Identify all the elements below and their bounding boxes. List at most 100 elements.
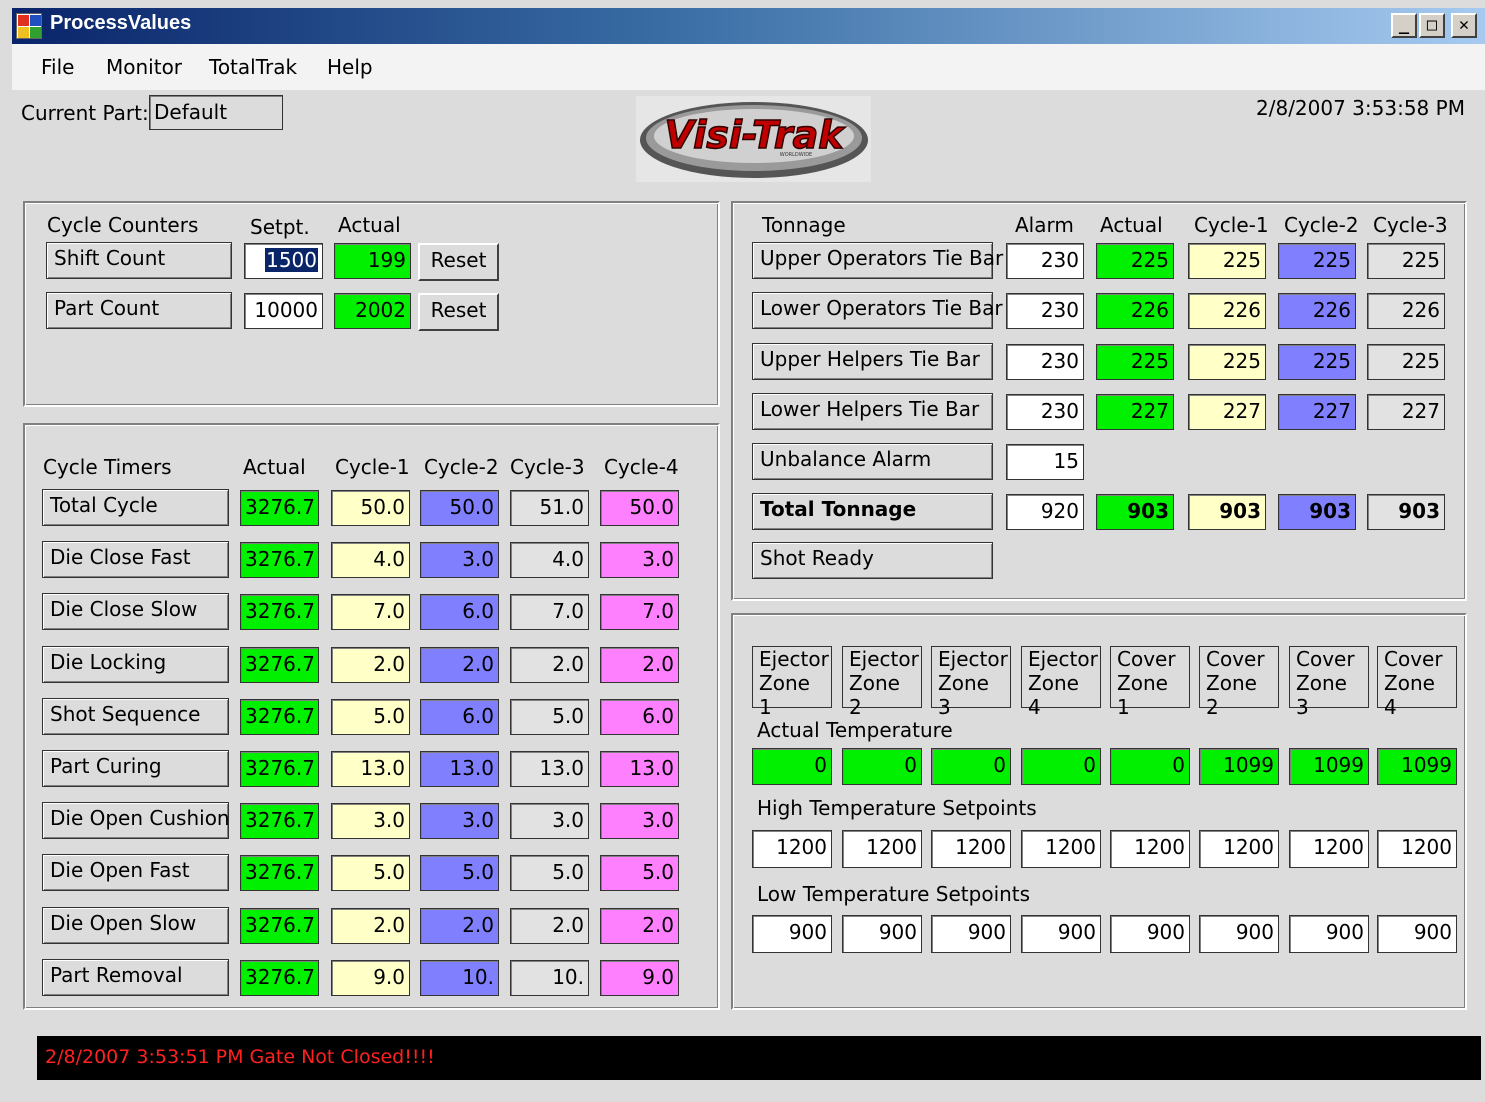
zone-number: Zone 1 [759,671,810,719]
zone-number: Zone 4 [1384,671,1435,719]
low-temperature-label: Low Temperature Setpoints [757,882,1031,906]
zone-type: Cover [1206,647,1265,671]
tonnage-alarm-value[interactable]: 230 [1006,343,1084,380]
zone-type: Ejector [1028,647,1098,671]
zone-header: Ejector Zone 4 [1021,646,1101,719]
unbalance-alarm-value[interactable]: 15 [1006,444,1084,480]
minimize-button[interactable]: _ [1391,13,1417,38]
timer-cycle3-value: 4.0 [510,542,589,579]
low-setpoint-input[interactable]: 900 [752,915,832,953]
counter-actual-header: Actual [338,213,401,237]
timer-actual-value: 3276.7 [240,959,319,996]
high-setpoint-input[interactable]: 1200 [842,830,922,868]
timer-actual-value: 3276.7 [240,855,319,892]
current-part-label: Current Part: [21,101,149,125]
timer-cycle2-value: 2.0 [420,646,499,683]
low-setpoint-input[interactable]: 900 [1021,915,1101,953]
low-setpoint-input[interactable]: 900 [842,915,922,953]
timer-cycle2-value: 3.0 [420,542,499,579]
timer-row-label: Die Open Cushion [42,802,230,840]
actual-temperature-value: 1099 [1377,748,1457,785]
tonnage-cycle2-value: 225 [1278,343,1356,380]
timer-cycle3-value: 13.0 [510,751,589,787]
low-setpoint-input[interactable]: 900 [1377,915,1457,953]
menu-totaltrak[interactable]: TotalTrak [209,55,297,79]
timer-cycle2-value: 50.0 [420,490,499,526]
tonnage-cycle1-value: 225 [1188,343,1266,380]
tonnage-header: Tonnage [762,213,846,237]
app-icon[interactable] [16,13,42,39]
timers-cycle2-header: Cycle-2 [424,455,499,479]
zone-type: Ejector [849,647,919,671]
menu-file[interactable]: File [41,55,74,79]
high-setpoint-input[interactable]: 1200 [752,830,832,868]
tonnage-cycle3-value: 225 [1367,243,1445,279]
title-bar[interactable] [12,8,1485,44]
tonnage-cycle3-header: Cycle-3 [1373,213,1448,237]
low-setpoint-input[interactable]: 900 [931,915,1011,953]
total-tonnage-actual: 903 [1096,494,1174,530]
timer-actual-value: 3276.7 [240,803,319,840]
total-tonnage-alarm[interactable]: 920 [1006,494,1084,530]
part-count-setpoint[interactable]: 10000 [244,293,323,329]
tonnage-alarm-value[interactable]: 230 [1006,243,1084,279]
logo-subtext: WORLDWIDE [780,152,812,158]
shift-count-reset-button[interactable]: Reset [418,243,499,281]
current-part-field[interactable]: Default [149,95,283,130]
high-setpoint-input[interactable]: 1200 [1021,830,1101,868]
tonnage-cycle1-value: 226 [1188,293,1266,330]
close-button[interactable]: ✕ [1451,13,1477,38]
high-setpoint-input[interactable]: 1200 [1289,830,1369,868]
zone-type: Cover [1384,647,1443,671]
tonnage-actual-value: 225 [1096,243,1174,279]
part-count-actual: 2002 [334,293,411,329]
timer-row-label: Die Close Slow [42,593,229,631]
zone-number: Zone 2 [1206,671,1257,719]
high-setpoint-input[interactable]: 1200 [1110,830,1190,868]
actual-temperature-value: 0 [842,748,922,785]
part-count-reset-button[interactable]: Reset [418,293,499,331]
low-setpoint-input[interactable]: 900 [1199,915,1279,953]
maximize-button[interactable]: □ [1419,13,1445,38]
timer-row-label: Shot Sequence [42,697,229,735]
zone-number: Zone 1 [1117,671,1168,719]
window-title: ProcessValues [50,12,192,34]
high-temperature-label: High Temperature Setpoints [757,796,1037,820]
high-setpoint-input[interactable]: 1200 [1199,830,1279,868]
high-setpoint-input[interactable]: 1200 [931,830,1011,868]
tonnage-alarm-value[interactable]: 230 [1006,393,1084,430]
cycle-counters-header: Cycle Counters [47,213,199,237]
tonnage-actual-header: Actual [1100,213,1163,237]
timer-cycle1-value: 9.0 [331,959,410,996]
low-setpoint-input[interactable]: 900 [1289,915,1369,953]
actual-temperature-value: 0 [931,748,1011,785]
timer-row-label: Part Removal [42,958,229,996]
timer-cycle1-value: 3.0 [331,803,410,840]
actual-temperature-value: 0 [752,748,832,785]
shift-count-actual: 199 [334,243,411,279]
timer-cycle1-value: 2.0 [331,646,410,683]
tonnage-alarm-header: Alarm [1015,213,1074,237]
tonnage-alarm-value[interactable]: 230 [1006,293,1084,330]
high-setpoint-input[interactable]: 1200 [1377,830,1457,868]
zone-header: Cover Zone 2 [1199,646,1279,719]
timer-cycle1-value: 4.0 [331,542,410,579]
shift-count-label: Shift Count [46,242,232,279]
timers-actual-header: Actual [243,455,306,479]
unbalance-alarm-label: Unbalance Alarm [752,443,993,480]
timer-cycle4-value: 6.0 [600,698,679,735]
timer-actual-value: 3276.7 [240,490,319,526]
shift-count-setpoint[interactable]: 1500 [244,243,323,279]
tonnage-cycle3-value: 227 [1367,393,1445,430]
setpt-header: Setpt. [250,215,310,239]
zone-header: Cover Zone 3 [1289,646,1369,719]
tonnage-actual-value: 225 [1096,343,1174,380]
timer-cycle2-value: 6.0 [420,698,499,735]
zone-number: Zone 3 [1296,671,1347,719]
timer-cycle4-value: 13.0 [600,751,679,787]
zone-number: Zone 4 [1028,671,1079,719]
menu-help[interactable]: Help [327,55,373,79]
low-setpoint-input[interactable]: 900 [1110,915,1190,953]
datetime-display: 2/8/2007 3:53:58 PM [1256,96,1465,120]
menu-monitor[interactable]: Monitor [106,55,182,79]
